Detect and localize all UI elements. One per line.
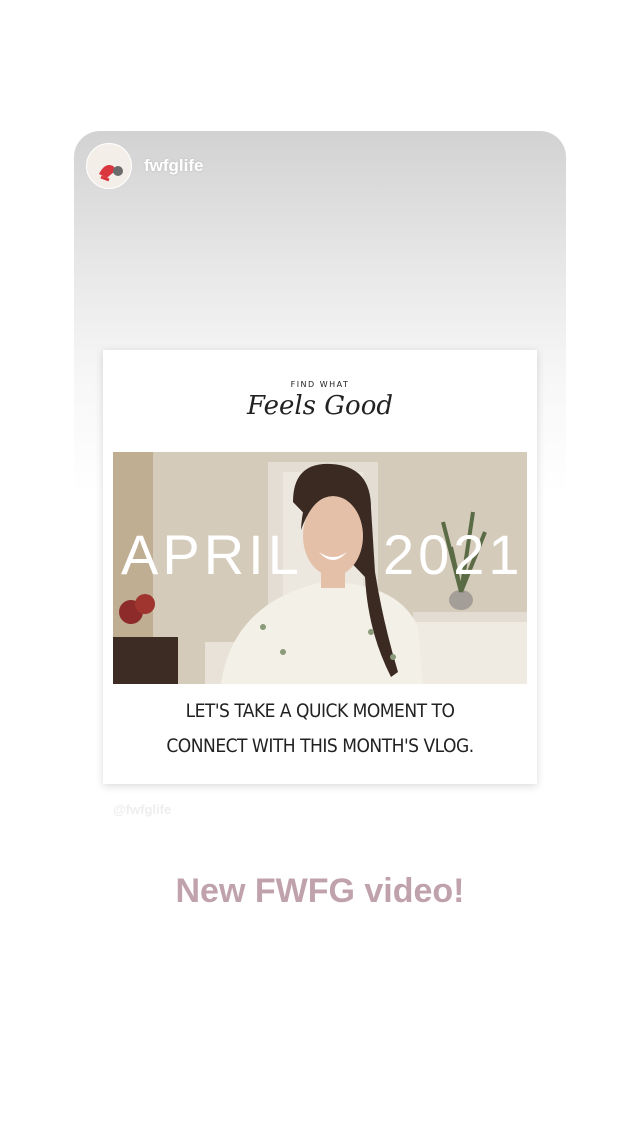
story-text-sticker: New FWFG video! [175, 872, 465, 910]
post-caption: LET'S TAKE A QUICK MOMENT TO CONNECT WIT… [103, 694, 537, 764]
video-title-month: APRIL [121, 523, 303, 586]
video-title-year: 2021 [383, 523, 524, 586]
brand-logo-script: Feels Good [246, 391, 394, 421]
post-author[interactable]: fwfglife [86, 143, 204, 189]
username[interactable]: fwfglife [144, 156, 204, 176]
username-watermark: @fwfglife [113, 802, 172, 817]
post-caption-line-1: LET'S TAKE A QUICK MOMENT TO [185, 700, 455, 722]
post-caption-line-2: CONNECT WITH THIS MONTH'S VLOG. [166, 735, 474, 757]
avatar-image [87, 144, 131, 188]
brand-logo: FIND WHAT Feels Good [103, 380, 537, 421]
video-thumbnail[interactable]: APRIL 2021 [113, 452, 527, 684]
avatar[interactable] [86, 143, 132, 189]
post-image[interactable]: FIND WHAT Feels Good APRIL 2021 LET'S TA… [103, 350, 537, 784]
brand-logo-small-text: FIND WHAT [290, 380, 350, 389]
